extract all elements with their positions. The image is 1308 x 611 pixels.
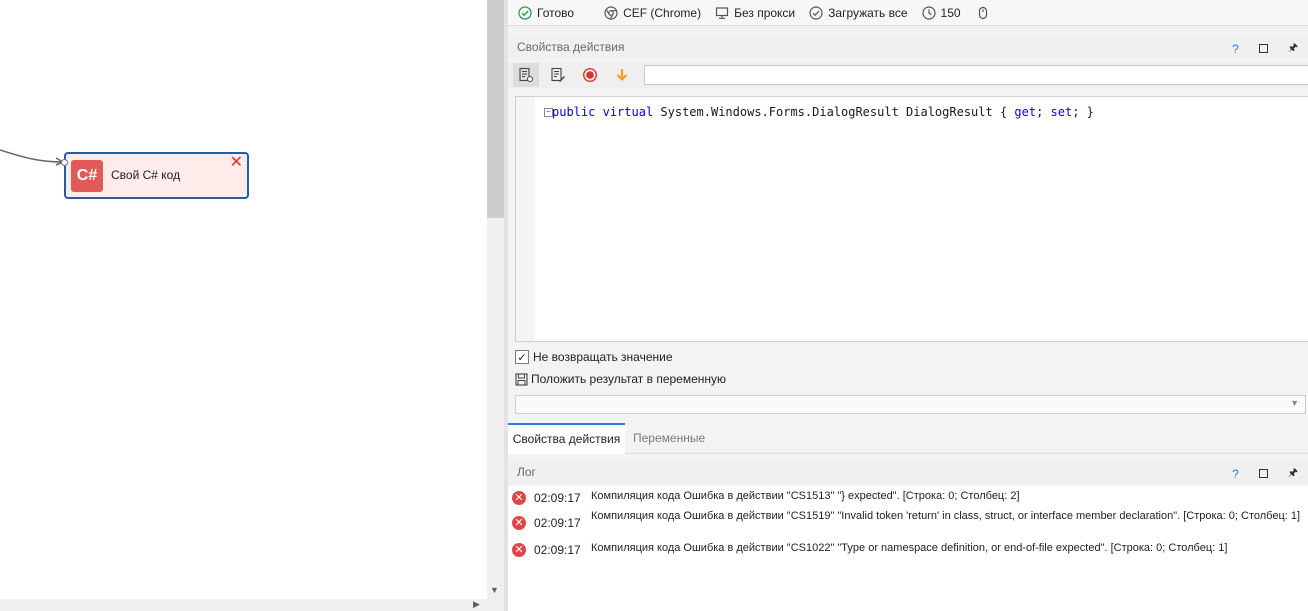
help-icon[interactable]: ?: [1232, 467, 1239, 481]
error-icon: ✕: [512, 543, 526, 557]
scrollbar-thumb[interactable]: [487, 0, 504, 218]
status-bar: Готово CEF (Chrome) Без прокси Загружать…: [508, 0, 1308, 26]
status-load-text: Загружать все: [828, 5, 908, 20]
mouse-icon: [978, 6, 987, 19]
chrome-icon: [604, 5, 618, 20]
chevron-down-icon[interactable]: ▼: [1290, 398, 1299, 408]
save-result-option: Положить результат в переменную: [515, 372, 726, 386]
result-variable-select[interactable]: ▼: [515, 395, 1306, 414]
code-token: ; }: [1072, 105, 1094, 119]
action-properties-title: Свойства действия: [517, 40, 625, 54]
code-line[interactable]: public virtual System.Windows.Forms.Dial…: [552, 105, 1094, 119]
log-header: Лог ? 🖈: [508, 460, 1308, 484]
log-entry[interactable]: ✕ 02:09:17 Компиляция кода Ошибка в дейс…: [508, 540, 1308, 560]
error-icon: ✕: [512, 491, 526, 505]
right-panel: Готово CEF (Chrome) Без прокси Загружать…: [508, 0, 1308, 611]
log-entry[interactable]: ✕ 02:09:17 Компиляция кода Ошибка в дейс…: [508, 488, 1308, 508]
node-label: Свой C# код: [111, 168, 181, 182]
status-ready-text: Готово: [537, 5, 575, 20]
properties-view-button[interactable]: [513, 63, 539, 87]
check-circle-outline-icon: [809, 5, 823, 20]
toolbar-input[interactable]: [644, 65, 1308, 85]
log-entry[interactable]: ✕ 02:09:17 Компиляция кода Ошибка в дейс…: [508, 508, 1308, 540]
clock-icon: [921, 5, 936, 20]
log-message: Компиляция кода Ошибка в действии "CS151…: [591, 490, 1020, 502]
status-proxy[interactable]: Без прокси: [715, 6, 795, 20]
csharp-code-node[interactable]: C# Свой C# код ✕: [61, 152, 249, 199]
log-message: Компиляция кода Ошибка в действии "CS151…: [591, 510, 1301, 522]
status-timeout[interactable]: 150: [921, 5, 961, 20]
connection-line: [0, 149, 65, 166]
log-time: 02:09:17: [534, 491, 581, 505]
status-timeout-text: 150: [940, 5, 961, 20]
download-button[interactable]: [609, 63, 635, 87]
editor-gutter: [516, 97, 535, 341]
code-token: ;: [1036, 105, 1051, 119]
project-canvas[interactable]: C# Свой C# код ✕: [0, 0, 487, 599]
edit-properties-button[interactable]: [545, 63, 571, 87]
document-gear-icon: [519, 67, 533, 82]
status-load[interactable]: Загружать все: [809, 5, 908, 20]
no-return-option[interactable]: ✓ Не возвращать значение: [515, 350, 673, 364]
arrow-down-icon: [616, 69, 628, 82]
pin-icon[interactable]: 🖈: [1288, 39, 1298, 58]
canvas-horizontal-scrollbar[interactable]: ▶: [0, 599, 504, 611]
code-token: System.Windows.Forms.DialogResult Dialog…: [653, 105, 1015, 119]
code-editor[interactable]: − public virtual System.Windows.Forms.Di…: [515, 96, 1308, 342]
node-input-port[interactable]: [61, 159, 68, 166]
csharp-icon: C#: [71, 160, 103, 192]
status-proxy-text: Без прокси: [734, 5, 796, 20]
maximize-icon[interactable]: [1258, 469, 1268, 478]
action-toolbar: [508, 62, 1308, 88]
log-list[interactable]: ✕ 02:09:17 Компиляция кода Ошибка в дейс…: [508, 486, 1308, 611]
monitor-icon: [715, 6, 729, 19]
pin-icon[interactable]: 🖈: [1288, 464, 1298, 483]
status-browser[interactable]: CEF (Chrome): [604, 6, 701, 20]
tab-variables[interactable]: Переменные: [633, 423, 705, 454]
maximize-icon[interactable]: [1258, 44, 1268, 53]
no-return-label: Не возвращать значение: [533, 350, 673, 364]
log-title: Лог: [517, 465, 536, 479]
status-ready: Готово: [518, 6, 574, 20]
code-token-keyword: set: [1050, 105, 1073, 119]
status-browser-text: CEF (Chrome): [623, 5, 702, 20]
record-icon: [582, 67, 598, 83]
record-button[interactable]: [577, 63, 603, 87]
log-time: 02:09:17: [534, 543, 581, 557]
scroll-down-arrow-icon[interactable]: ▼: [490, 585, 499, 595]
help-icon[interactable]: ?: [1232, 42, 1239, 56]
code-token-keyword: virtual: [602, 105, 654, 119]
scroll-right-arrow-icon[interactable]: ▶: [473, 599, 480, 610]
error-icon: ✕: [512, 516, 526, 530]
node-close-icon[interactable]: ✕: [230, 154, 243, 172]
log-time: 02:09:17: [534, 516, 581, 530]
code-token-keyword: get: [1014, 105, 1037, 119]
save-result-label: Положить результат в переменную: [531, 372, 727, 386]
status-mouse[interactable]: [977, 6, 994, 20]
bottom-tabs: Свойства действия Переменные: [508, 423, 1308, 454]
document-pencil-icon: [551, 67, 565, 82]
canvas-vertical-scrollbar[interactable]: ▼: [487, 0, 504, 599]
code-token-keyword: public: [552, 105, 596, 119]
check-circle-icon: [518, 5, 532, 20]
save-icon: [515, 372, 528, 386]
log-message: Компиляция кода Ошибка в действии "CS102…: [591, 542, 1228, 554]
no-return-checkbox[interactable]: ✓: [515, 350, 529, 364]
tab-action-properties[interactable]: Свойства действия: [508, 423, 625, 454]
action-properties-header: Свойства действия ? 🖈: [508, 35, 1308, 59]
